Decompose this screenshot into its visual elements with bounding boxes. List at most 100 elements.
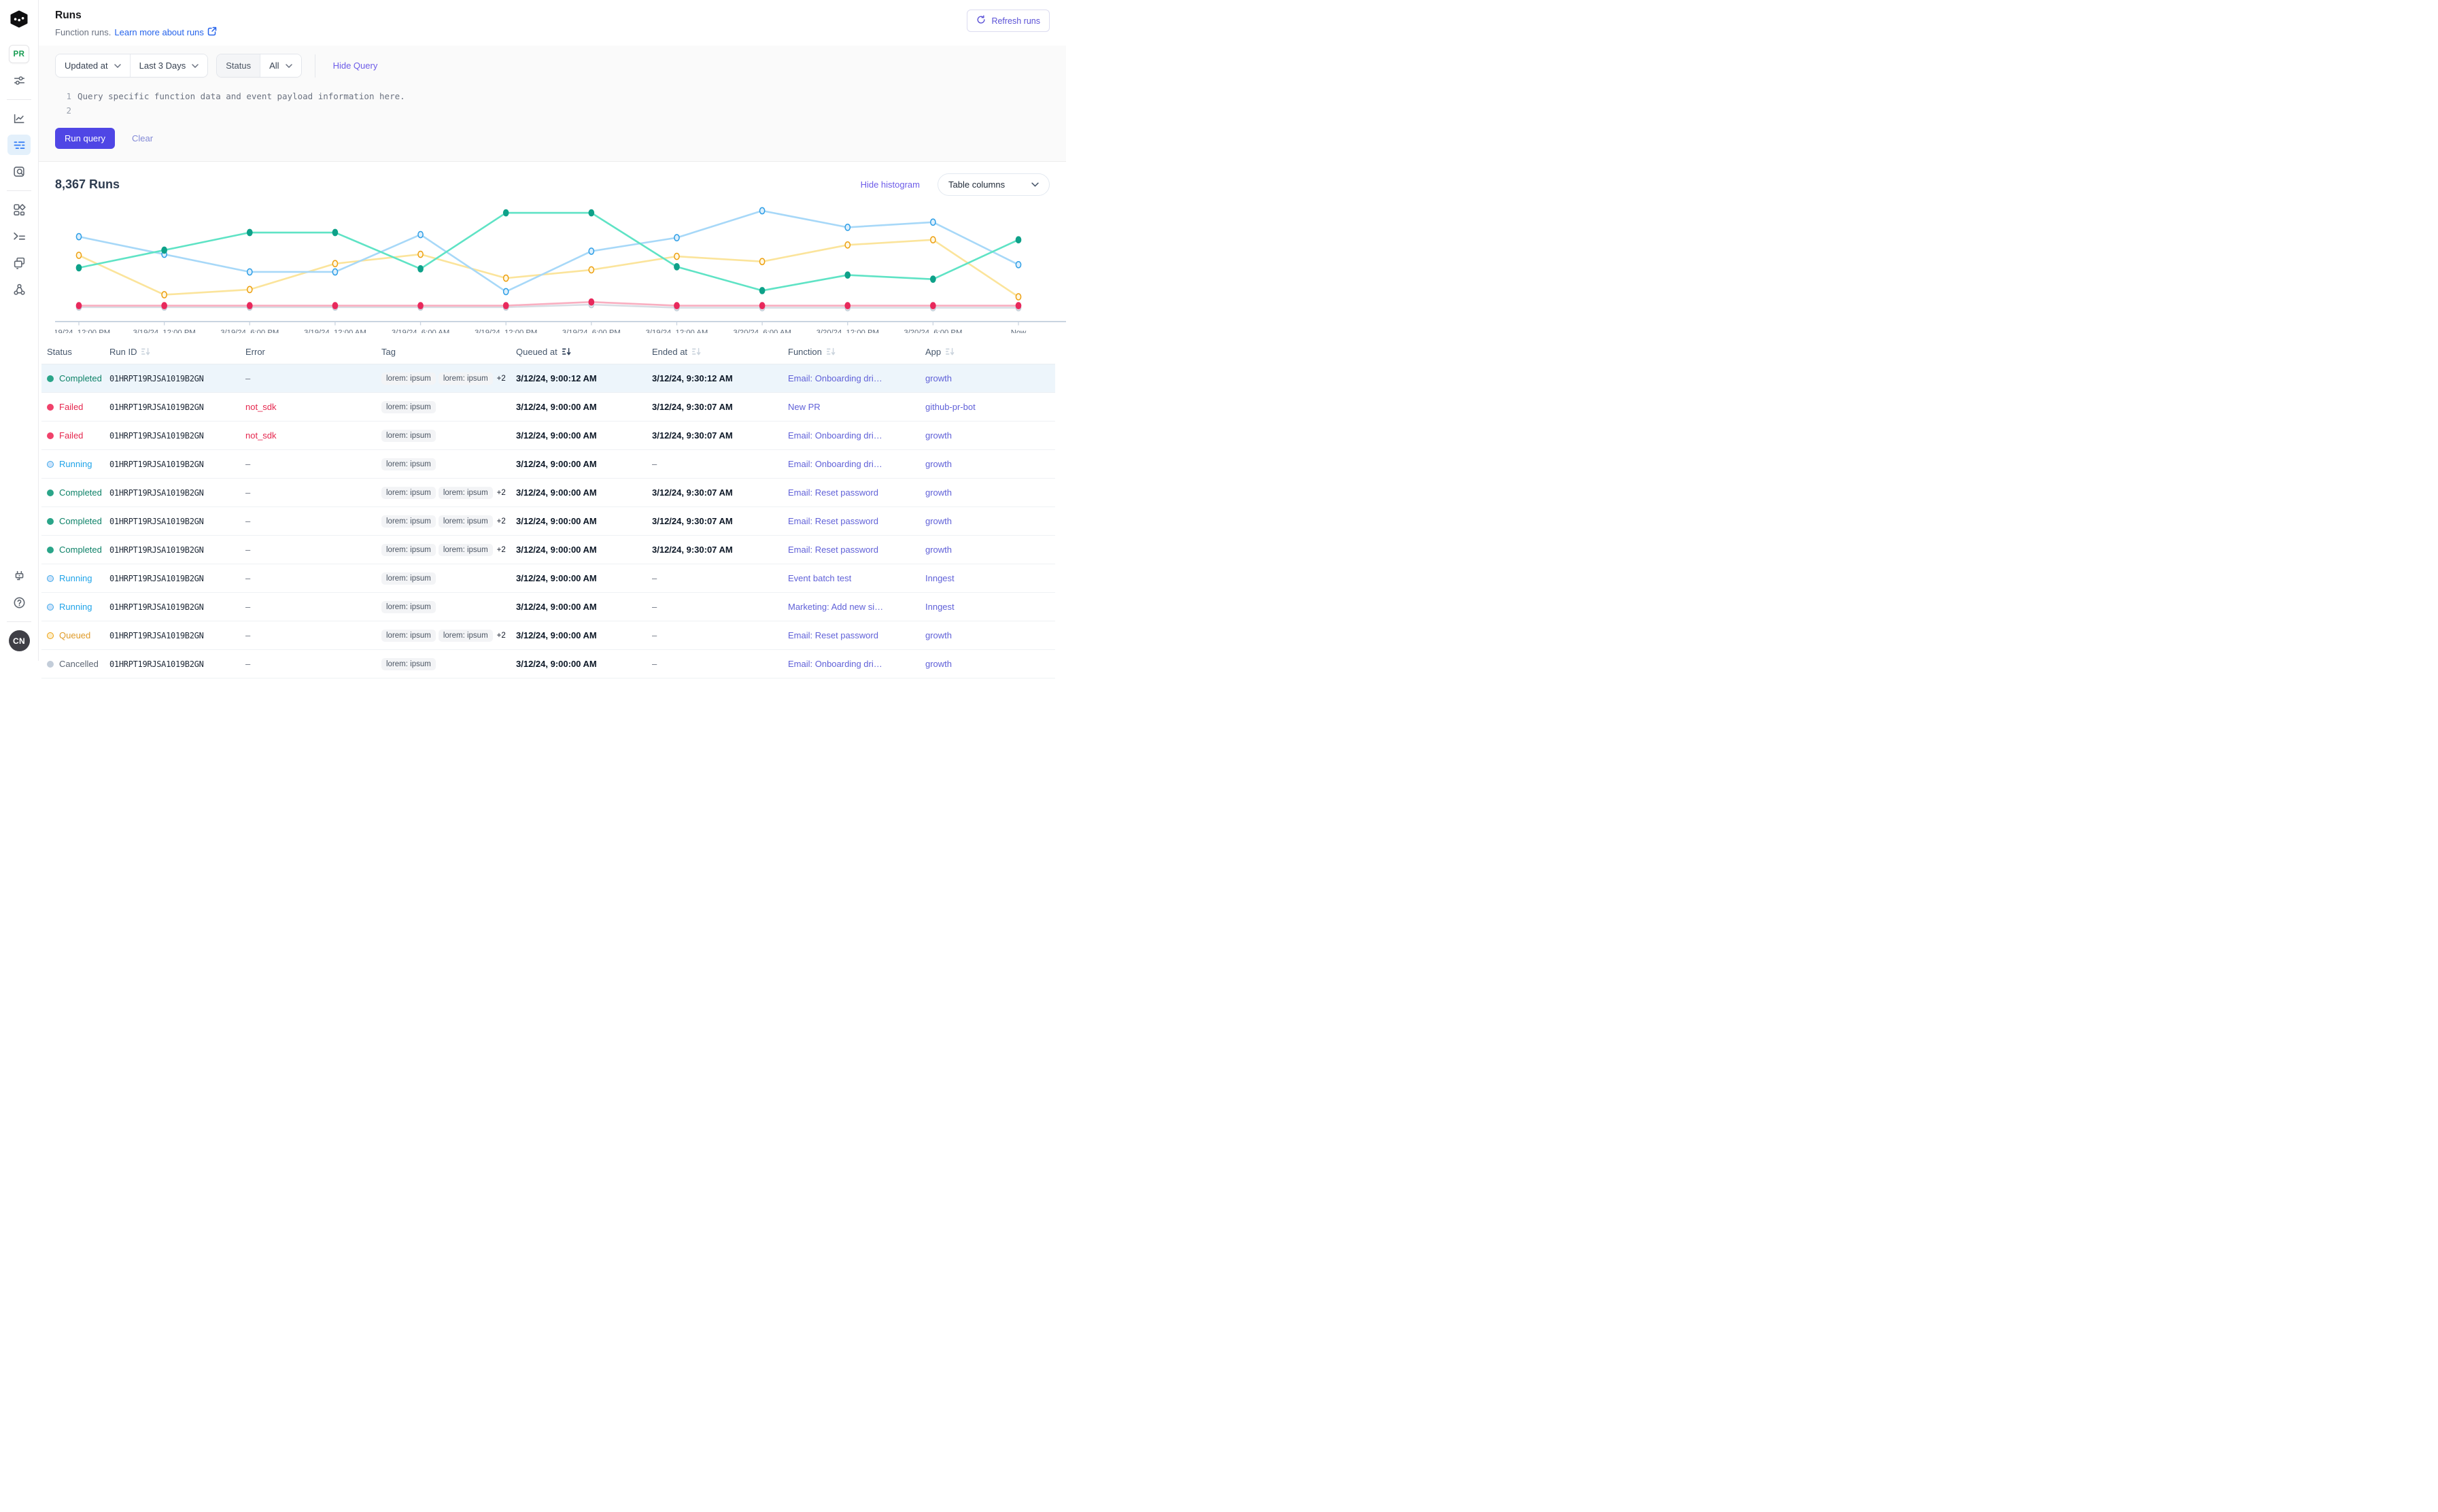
function-link[interactable]: Email: Onboarding dri…	[788, 659, 882, 669]
external-link-icon	[207, 27, 217, 38]
status-cell: Running	[47, 459, 109, 469]
tag-chip: lorem: ipsum	[381, 601, 436, 613]
tag-cell: lorem: ipsum	[381, 401, 516, 413]
function-cell: Email: Onboarding dri…	[788, 459, 925, 469]
user-avatar[interactable]: CN	[9, 630, 30, 651]
tag-chip: lorem: ipsum	[439, 515, 493, 528]
runs-count: 8,367 Runs	[55, 177, 120, 192]
function-link[interactable]: Email: Reset password	[788, 545, 878, 555]
data-point-completed	[1016, 237, 1020, 243]
env-settings-sliders-icon[interactable]	[7, 70, 31, 90]
function-link[interactable]: Email: Reset password	[788, 516, 878, 526]
query-editor[interactable]: 1Query specific function data and event …	[55, 89, 1050, 118]
error-cell: –	[245, 573, 381, 583]
app-link[interactable]: github-pr-bot	[925, 402, 976, 412]
status-cell: Completed	[47, 545, 109, 555]
column-header-ended-at[interactable]: Ended at	[652, 347, 788, 357]
table-row[interactable]: Running01HRPT19RJSA1019B2GN–lorem: ipsum…	[41, 564, 1055, 593]
column-header-error: Error	[245, 347, 381, 357]
run-id: 01HRPT19RJSA1019B2GN	[109, 488, 245, 498]
app-link[interactable]: Inngest	[925, 602, 955, 612]
data-point-failed	[759, 303, 764, 309]
table-row[interactable]: Queued01HRPT19RJSA1019B2GN–lorem: ipsuml…	[41, 621, 1055, 650]
sidebar-item-events[interactable]	[7, 252, 31, 273]
sidebar-item-functions[interactable]	[7, 226, 31, 246]
time-field-dropdown[interactable]: Updated at	[56, 54, 130, 77]
function-link[interactable]: Email: Reset password	[788, 630, 878, 640]
function-link[interactable]: Email: Onboarding dri…	[788, 459, 882, 469]
table-row[interactable]: Running01HRPT19RJSA1019B2GN–lorem: ipsum…	[41, 593, 1055, 621]
inngest-logo-icon[interactable]	[9, 9, 29, 33]
sidebar-item-metrics[interactable]	[7, 108, 31, 128]
environment-badge[interactable]: PR	[9, 45, 29, 63]
ended-at-cell: 3/12/24, 9:30:07 AM	[652, 430, 788, 441]
column-header-run-id[interactable]: Run ID	[109, 347, 245, 357]
table-row[interactable]: Completed01HRPT19RJSA1019B2GN–lorem: ips…	[41, 364, 1055, 393]
app-link[interactable]: Inngest	[925, 573, 955, 583]
sidebar-item-apps[interactable]	[7, 199, 31, 220]
app-link[interactable]: growth	[925, 373, 952, 383]
sidebar-item-webhooks[interactable]	[7, 279, 31, 299]
filter-bar: Updated at Last 3 Days Status All	[55, 54, 1050, 78]
series-line-completed	[79, 213, 1018, 290]
run-id: 01HRPT19RJSA1019B2GN	[109, 602, 245, 612]
app-link[interactable]: growth	[925, 430, 952, 441]
status-dot-running	[47, 461, 54, 468]
ended-at-cell: 3/12/24, 9:30:07 AM	[652, 487, 788, 498]
data-point-queued	[845, 242, 850, 248]
sidebar-item-event-search[interactable]	[7, 161, 31, 182]
function-link[interactable]: New PR	[788, 402, 821, 412]
data-point-running	[76, 234, 81, 240]
function-link[interactable]: Email: Reset password	[788, 487, 878, 498]
data-point-failed	[76, 303, 81, 309]
app-link[interactable]: growth	[925, 487, 952, 498]
app-link[interactable]: growth	[925, 516, 952, 526]
sort-icon	[562, 347, 571, 356]
run-query-button[interactable]: Run query	[55, 128, 115, 149]
column-header-app[interactable]: App	[925, 347, 1055, 357]
table-row[interactable]: Cancelled01HRPT19RJSA1019B2GN–lorem: ips…	[41, 650, 1055, 678]
table-row[interactable]: Completed01HRPT19RJSA1019B2GN–lorem: ips…	[41, 479, 1055, 507]
environment-badge-label: PR	[14, 50, 25, 58]
learn-more-link[interactable]: Learn more about runs	[114, 27, 217, 38]
dev-server-plug-icon[interactable]	[7, 566, 31, 586]
data-point-failed	[504, 303, 509, 309]
column-header-function[interactable]: Function	[788, 347, 925, 357]
help-icon[interactable]	[7, 592, 31, 613]
table-row[interactable]: Failed01HRPT19RJSA1019B2GNnot_sdklorem: …	[41, 393, 1055, 422]
error-cell: not_sdk	[245, 430, 381, 441]
queued-at-cell: 3/12/24, 9:00:00 AM	[516, 402, 652, 412]
hide-query-link[interactable]: Hide Query	[333, 61, 378, 71]
table-row[interactable]: Failed01HRPT19RJSA1019B2GNnot_sdklorem: …	[41, 422, 1055, 450]
status-label: Completed	[59, 545, 102, 555]
page-subtitle-text: Function runs.	[55, 27, 111, 37]
status-label: Running	[59, 459, 92, 469]
table-columns-dropdown[interactable]: Table columns	[938, 173, 1050, 196]
status-filter-dropdown[interactable]: All	[260, 54, 301, 77]
time-range-dropdown[interactable]: Last 3 Days	[130, 54, 208, 77]
clear-query-button[interactable]: Clear	[132, 133, 153, 143]
function-link[interactable]: Email: Onboarding dri…	[788, 430, 882, 441]
tag-cell: lorem: ipsumlorem: ipsum+2	[381, 373, 516, 385]
function-link[interactable]: Event batch test	[788, 573, 851, 583]
x-axis-label: 3/19/24, 12:00 PM	[475, 329, 537, 334]
tag-cell: lorem: ipsum	[381, 458, 516, 470]
line-number: 2	[62, 103, 71, 118]
hide-histogram-link[interactable]: Hide histogram	[861, 179, 920, 190]
function-link[interactable]: Email: Onboarding dri…	[788, 373, 882, 383]
table-row[interactable]: Running01HRPT19RJSA1019B2GN–lorem: ipsum…	[41, 450, 1055, 479]
table-row[interactable]: Completed01HRPT19RJSA1019B2GN–lorem: ips…	[41, 507, 1055, 536]
data-point-running	[845, 224, 850, 230]
tag-cell: lorem: ipsumlorem: ipsum+2	[381, 544, 516, 556]
app-link[interactable]: growth	[925, 459, 952, 469]
function-link[interactable]: Marketing: Add new si…	[788, 602, 883, 612]
data-point-completed	[759, 288, 764, 294]
ended-at-cell: –	[652, 602, 788, 612]
app-link[interactable]: growth	[925, 659, 952, 669]
table-row[interactable]: Completed01HRPT19RJSA1019B2GN–lorem: ips…	[41, 536, 1055, 564]
refresh-runs-button[interactable]: Refresh runs	[967, 10, 1050, 32]
column-header-queued-at[interactable]: Queued at	[516, 347, 652, 357]
app-link[interactable]: growth	[925, 545, 952, 555]
app-link[interactable]: growth	[925, 630, 952, 640]
sidebar-item-runs[interactable]	[7, 135, 31, 155]
